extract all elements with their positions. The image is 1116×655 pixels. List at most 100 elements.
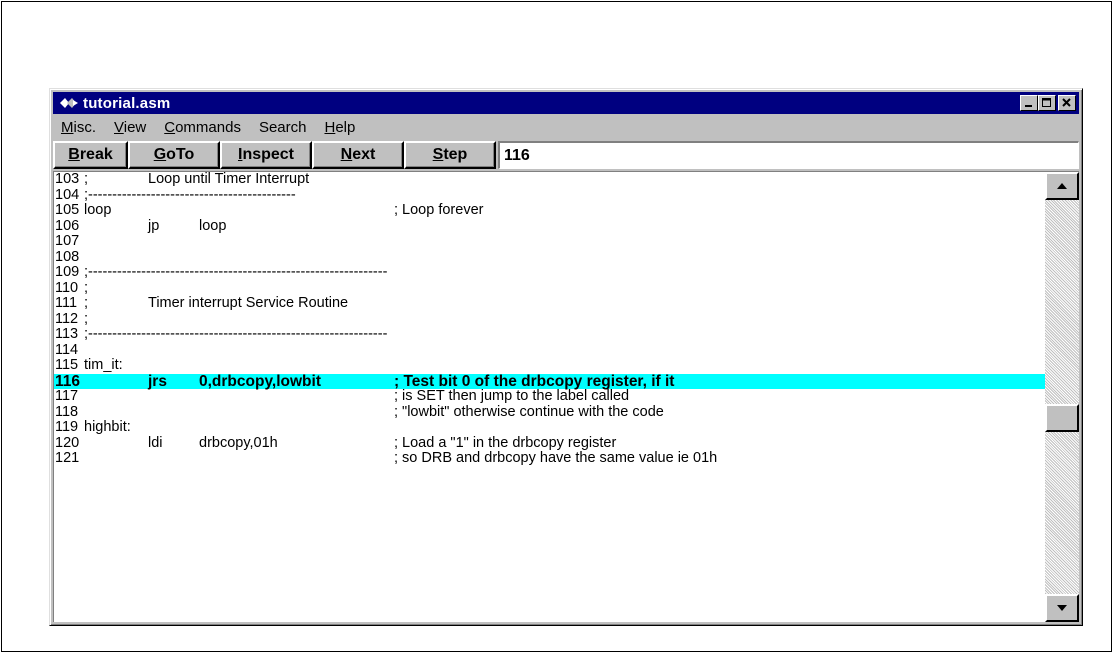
code-operand: 0,drbcopy,lowbit: [199, 372, 321, 390]
code-line[interactable]: 115 tim_it:: [54, 357, 1045, 374]
minimize-button[interactable]: [1020, 95, 1038, 111]
line-number: 113: [55, 326, 79, 342]
line-number: 105: [55, 202, 80, 218]
line-number: 108: [55, 248, 80, 265]
code-label: ;---------------------------------------…: [84, 186, 296, 203]
goto-line-input[interactable]: 116: [498, 141, 1079, 169]
code-line[interactable]: 120 ldi drbcopy,01h ; Load a "1" in the drb…: [54, 434, 1045, 452]
menu-commands-label: ommands: [175, 118, 241, 136]
next-button[interactable]: Next: [312, 141, 404, 169]
code-label: ;: [84, 172, 89, 187]
step-button[interactable]: Step: [404, 141, 496, 169]
line-number: 119: [55, 419, 79, 435]
break-mnemonic: B: [68, 146, 80, 163]
inspect-button[interactable]: Inspect: [220, 141, 312, 169]
line-number: 107: [55, 233, 80, 249]
code-label: ;: [84, 295, 89, 311]
step-mnemonic: S: [432, 146, 444, 163]
close-button[interactable]: [1058, 95, 1076, 111]
step-label-rest: tep: [443, 146, 468, 163]
line-number: 103: [55, 172, 80, 187]
code-comment: ; is SET then jump to the label called: [394, 388, 630, 404]
scroll-thumb[interactable]: [1045, 404, 1079, 432]
code-operand: loop: [199, 217, 227, 234]
menu-help[interactable]: Help: [315, 119, 364, 136]
line-number: 104: [55, 186, 80, 203]
window-controls: [1020, 95, 1076, 111]
line-number: 121: [55, 450, 80, 466]
line-number: 109: [55, 264, 80, 280]
menu-misc[interactable]: Misc.: [53, 119, 105, 136]
code-line[interactable]: 104 ;------------------------------------…: [54, 186, 1045, 204]
code-lines[interactable]: 103; Loop until Timer Interrupt 104 ;------…: [54, 172, 1045, 622]
code-line[interactable]: 108: [54, 248, 1045, 266]
code-line[interactable]: 119 highbit:: [54, 419, 1045, 436]
app-icon: [60, 98, 78, 108]
page-frame: tutorial.asm Misc. View Commands Search …: [1, 1, 1112, 652]
code-line[interactable]: 113 ;------------------------------------…: [54, 326, 1045, 343]
code-comment: ; Test bit 0 of the drbcopy register, if…: [394, 372, 675, 390]
menu-help-label: elp: [335, 118, 356, 136]
line-number: 111: [55, 295, 78, 311]
line-number: 120: [55, 434, 80, 451]
code-line[interactable]: 117 ; is SET then jump to the label calle…: [54, 388, 1045, 405]
vertical-scrollbar[interactable]: [1045, 172, 1079, 622]
menu-view[interactable]: View: [105, 119, 155, 136]
line-number: 110: [55, 279, 79, 296]
code-label: loop: [84, 202, 112, 218]
title-bar[interactable]: tutorial.asm: [53, 92, 1079, 114]
code-label: ;: [84, 279, 89, 296]
scroll-down-button[interactable]: [1045, 594, 1079, 622]
code-line[interactable]: 110;: [54, 279, 1045, 297]
code-line[interactable]: 105 loop ; Loop forever: [54, 202, 1045, 219]
debugger-window: tutorial.asm Misc. View Commands Search …: [49, 88, 1083, 626]
line-number: 116: [55, 372, 81, 390]
current-code-line[interactable]: 116 jrs 0,drbcopy,lowbit ; Test bit 0 of th…: [54, 372, 1045, 390]
code-comment: ; so DRB and drbcopy have the same value…: [394, 450, 718, 466]
code-line[interactable]: 103; Loop until Timer Interrupt: [54, 172, 1045, 188]
break-label-rest: reak: [79, 146, 113, 163]
inspect-label-rest: nspect: [242, 146, 295, 163]
code-line[interactable]: 118 ; "lowbit" otherwise continue with th…: [54, 404, 1045, 421]
line-number: 117: [55, 388, 79, 404]
code-line[interactable]: 121 ; so DRB and drbcopy have the same va…: [54, 450, 1045, 467]
toolbar: Break GoTo Inspect Next Step 116: [53, 141, 1079, 169]
menu-misc-label: isc.: [73, 118, 97, 136]
code-mnemonic: jrs: [148, 372, 167, 390]
minimize-icon: [1025, 105, 1032, 107]
code-mnemonic: jp: [148, 217, 160, 234]
line-number: 114: [55, 341, 79, 358]
code-line[interactable]: 111; Timer interrupt Service Routine: [54, 295, 1045, 312]
break-button[interactable]: Break: [53, 141, 128, 169]
code-line[interactable]: 109 ;------------------------------------…: [54, 264, 1045, 281]
menu-help-mnemonic: H: [324, 118, 336, 136]
code-line[interactable]: 107: [54, 233, 1045, 250]
code-label: tim_it:: [84, 357, 123, 373]
menu-view-label: iew: [123, 118, 147, 136]
code-label: highbit:: [84, 419, 131, 435]
goto-label-rest: oTo: [166, 146, 195, 163]
menu-commands-mnemonic: C: [164, 118, 176, 136]
source-code-view[interactable]: 103; Loop until Timer Interrupt 104 ;------…: [53, 171, 1079, 622]
code-comment: ; Loop forever: [394, 202, 484, 218]
code-mnemonic: ldi: [148, 434, 163, 451]
menu-view-mnemonic: V: [114, 118, 124, 136]
menu-bar: Misc. View Commands Search Help: [53, 115, 1079, 139]
scroll-up-button[interactable]: [1045, 172, 1079, 200]
menu-commands[interactable]: Commands: [155, 119, 250, 136]
code-comment: ; Load a "1" in the drbcopy register: [394, 434, 617, 451]
close-icon: [1062, 98, 1071, 107]
next-label-rest: ext: [352, 146, 376, 163]
menu-search[interactable]: Search: [250, 119, 316, 136]
line-number: 115: [55, 357, 79, 373]
code-line[interactable]: 114: [54, 341, 1045, 359]
maximize-button[interactable]: [1038, 95, 1056, 111]
goto-button[interactable]: GoTo: [128, 141, 220, 169]
arrow-down-icon: [1057, 605, 1067, 611]
maximize-icon: [1042, 98, 1051, 107]
goto-mnemonic: G: [153, 146, 167, 163]
code-line[interactable]: 112;: [54, 310, 1045, 328]
line-number: 106: [55, 217, 80, 234]
code-label: ;: [84, 310, 89, 327]
code-line[interactable]: 106 jp loop: [54, 217, 1045, 235]
